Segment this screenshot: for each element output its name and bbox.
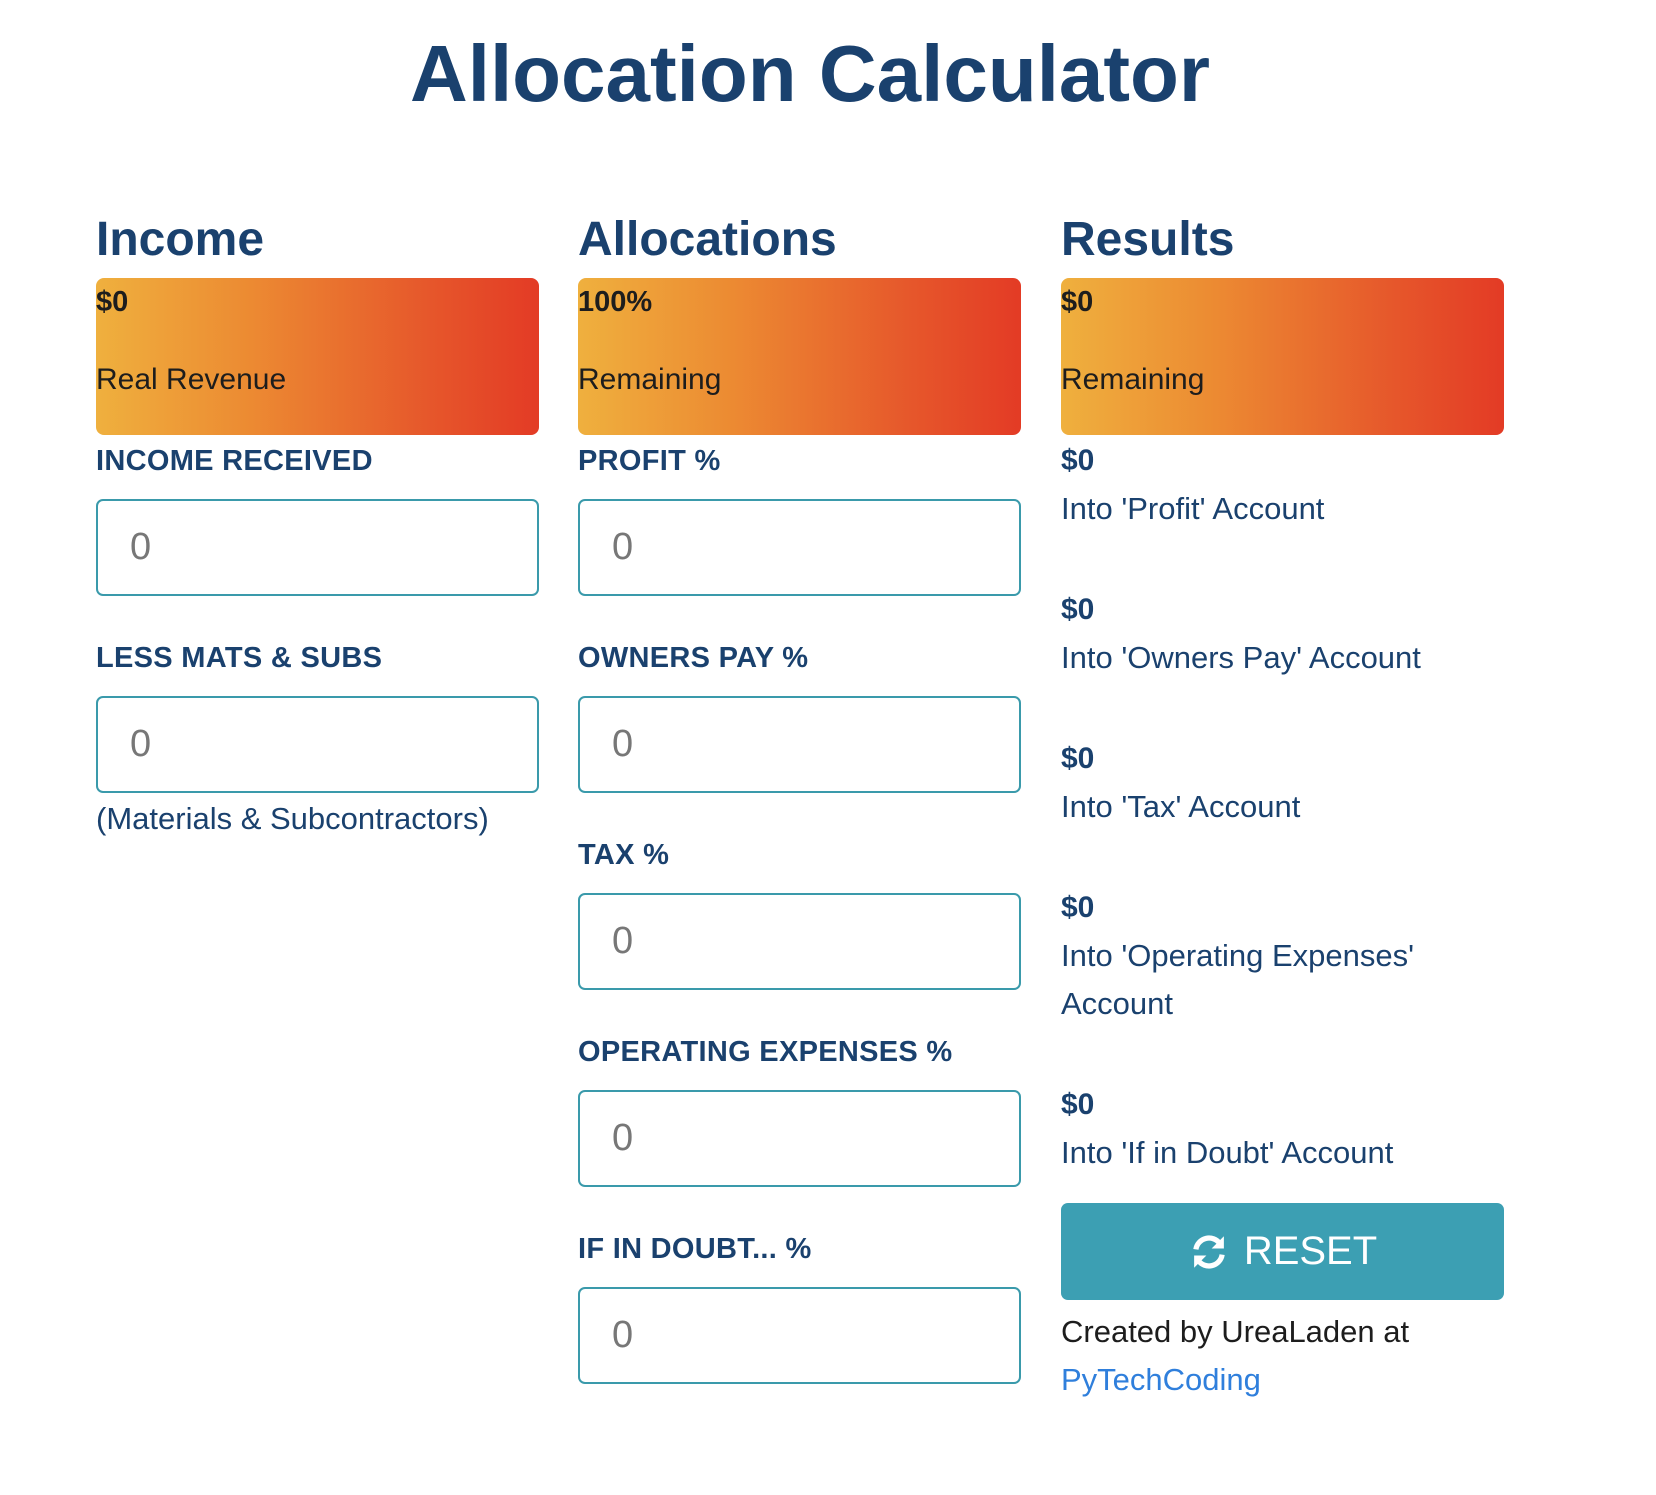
income-received-input[interactable] [96,499,539,596]
if-in-doubt-input[interactable] [578,1287,1021,1384]
operating-expenses-result: $0 Into 'Operating Expenses' Account [1061,886,1504,1079]
profit-field: PROFIT % [578,439,1021,632]
owners-pay-label: OWNERS PAY % [578,642,809,674]
if-in-doubt-field: IF IN DOUBT... % [578,1227,1021,1420]
owners-pay-field: OWNERS PAY % [578,636,1021,829]
results-column: Results $0 Remaining $0 Into 'Profit' Ac… [1061,205,1504,1404]
results-remaining-banner: $0 Remaining [1061,278,1504,435]
profit-result: $0 Into 'Profit' Account [1061,439,1504,584]
reset-button[interactable]: RESET [1061,1203,1504,1300]
refresh-icon [1193,1234,1225,1269]
operating-expenses-input[interactable] [578,1090,1021,1187]
allocations-column: Allocations 100% Remaining PROFIT % OWNE… [578,205,1021,1420]
page-title: Allocation Calculator [409,29,1211,118]
allocations-remaining-label: Remaining [578,363,722,396]
tax-field: TAX % [578,833,1021,1026]
results-heading: Results [1061,213,1235,266]
real-revenue-banner: $0 Real Revenue [96,278,539,435]
allocations-remaining-value: 100% [578,286,653,318]
results-remaining-label: Remaining [1061,363,1205,396]
operating-expenses-label: OPERATING EXPENSES % [578,1036,953,1068]
income-received-label: INCOME RECEIVED [96,445,373,477]
income-column: Income $0 Real Revenue INCOME RECEIVED L… [96,205,539,837]
if-in-doubt-result-amount: $0 [1061,1088,1095,1121]
credit-prefix: Created by UreaLaden at [1061,1314,1410,1349]
owners-pay-result: $0 Into 'Owners Pay' Account [1061,588,1504,733]
results-remaining-value: $0 [1061,286,1094,318]
tax-result: $0 Into 'Tax' Account [1061,737,1504,882]
if-in-doubt-label: IF IN DOUBT... % [578,1233,812,1265]
allocations-remaining-banner: 100% Remaining [578,278,1021,435]
less-mats-subs-field: LESS MATS & SUBS [96,636,539,793]
pytechcoding-link[interactable]: PyTechCoding [1061,1356,1504,1404]
less-mats-subs-label: LESS MATS & SUBS [96,642,383,674]
profit-input[interactable] [578,499,1021,596]
real-revenue-value: $0 [96,286,129,318]
operating-expenses-field: OPERATING EXPENSES % [578,1030,1021,1223]
income-heading: Income [96,213,265,266]
less-mats-subs-input[interactable] [96,696,539,793]
if-in-doubt-result: $0 Into 'If in Doubt' Account [1061,1083,1504,1193]
owners-pay-result-amount: $0 [1061,593,1095,626]
real-revenue-label: Real Revenue [96,363,287,396]
if-in-doubt-result-label: Into 'If in Doubt' Account [1061,1135,1394,1170]
credit-text: Created by UreaLaden at PyTechCoding [1061,1308,1504,1404]
materials-subcontractors-note: (Materials & Subcontractors) [96,801,489,836]
tax-result-label: Into 'Tax' Account [1061,789,1301,824]
profit-result-label: Into 'Profit' Account [1061,491,1325,526]
tax-input[interactable] [578,893,1021,990]
allocations-heading: Allocations [578,213,837,266]
profit-result-amount: $0 [1061,444,1095,477]
tax-label: TAX % [578,839,670,871]
owners-pay-result-label: Into 'Owners Pay' Account [1061,640,1421,675]
owners-pay-input[interactable] [578,696,1021,793]
tax-result-amount: $0 [1061,742,1095,775]
profit-label: PROFIT % [578,445,721,477]
allocation-calculator-page: Allocation Calculator Income $0 Real Rev… [0,0,1656,1495]
operating-expenses-result-amount: $0 [1061,891,1095,924]
operating-expenses-result-label: Into 'Operating Expenses' Account [1061,938,1415,1021]
income-received-field: INCOME RECEIVED [96,439,539,632]
reset-label: RESET [1243,1229,1378,1273]
